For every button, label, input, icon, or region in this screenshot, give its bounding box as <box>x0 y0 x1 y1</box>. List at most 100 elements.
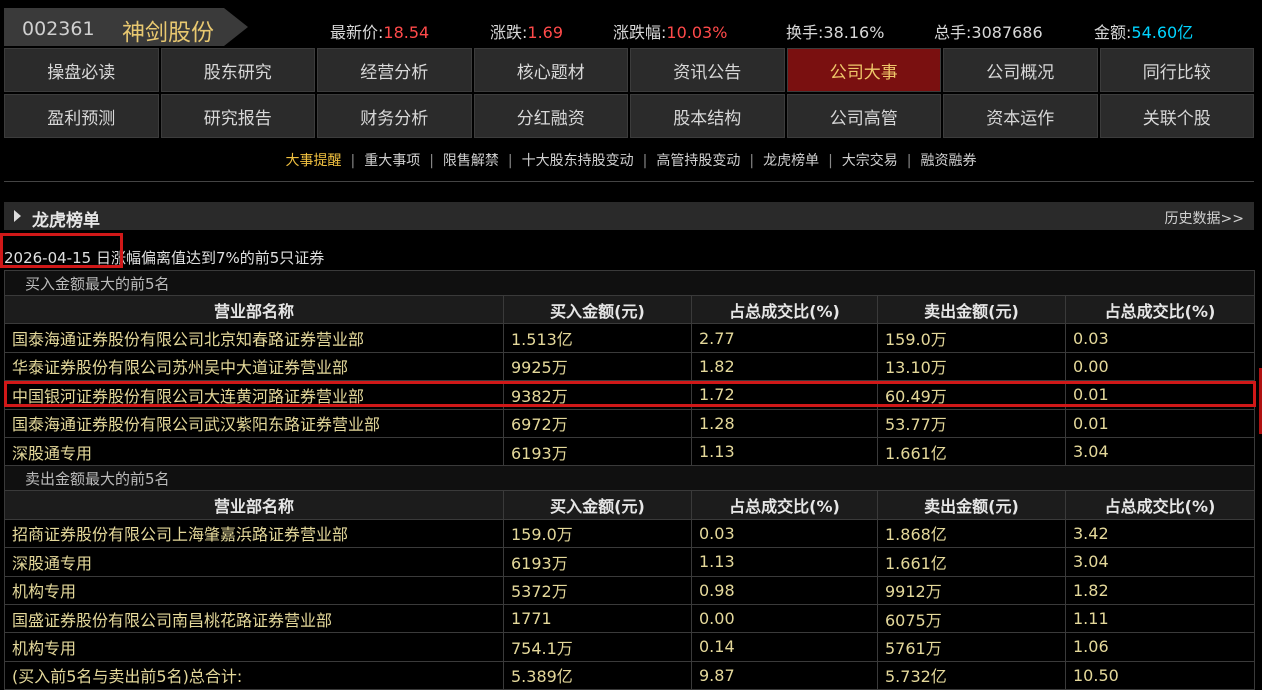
cell-sell: 13.10万 <box>877 351 1066 382</box>
cell-buy: 1.513亿 <box>503 323 692 353</box>
cell-sell-pct: 0.03 <box>1065 323 1255 353</box>
cell-buy: 6972万 <box>503 408 692 438</box>
cell-sell: 5761万 <box>877 632 1066 662</box>
nav-gongsigaikuang[interactable]: 公司概况 <box>943 48 1098 92</box>
cell-dept: 机构专用 <box>4 632 504 662</box>
cell-buy: 159.0万 <box>503 518 692 549</box>
subnav-separator: | <box>906 153 912 169</box>
subnav-zhongdashixiang[interactable]: 重大事项 <box>364 153 420 169</box>
cell-sell: 5.732亿 <box>877 660 1066 690</box>
subnav-separator: | <box>429 153 434 169</box>
nav-jingying[interactable]: 经营分析 <box>317 48 472 92</box>
main-nav: 操盘必读 股东研究 经营分析 核心题材 资讯公告 公司大事 公司概况 同行比较 … <box>4 48 1254 138</box>
volume: 总手:3087686 <box>934 19 1043 43</box>
latest-price-label: 最新价: <box>330 23 384 42</box>
change-label: 涨跌: <box>490 23 528 42</box>
change-pct-label: 涨跌幅: <box>613 23 667 42</box>
cell-buy-pct: 0.98 <box>691 575 878 605</box>
nav-guben[interactable]: 股本结构 <box>630 94 785 138</box>
volume-value: 3087686 <box>971 23 1043 42</box>
nav-tonghang[interactable]: 同行比较 <box>1099 48 1254 92</box>
cell-buy-pct: 0.00 <box>691 603 878 634</box>
subnav-xianshoujiejin[interactable]: 限售解禁 <box>443 153 499 169</box>
stock-code: 002361 <box>22 18 95 40</box>
cell-dept: 华泰证券股份有限公司苏州吴中大道证券营业部 <box>4 351 504 382</box>
nav-hexin[interactable]: 核心题材 <box>473 48 628 92</box>
change-value: 1.69 <box>527 23 564 42</box>
nav-zixun[interactable]: 资讯公告 <box>630 48 785 92</box>
section-header: 龙虎榜单 历史数据>> <box>4 202 1254 231</box>
nav-gongsidashi[interactable]: 公司大事 <box>786 48 941 92</box>
subnav-gaoguanchigu[interactable]: 高管持股变动 <box>656 153 740 169</box>
cell-sell: 6075万 <box>877 603 1066 634</box>
nav-ziben[interactable]: 资本运作 <box>943 94 1098 138</box>
subnav-shidagudong[interactable]: 十大股东持股变动 <box>522 153 634 169</box>
nav-fenhong[interactable]: 分红融资 <box>473 94 628 138</box>
cell-buy-pct: 1.82 <box>691 351 878 382</box>
cell-sell: 9912万 <box>877 575 1066 605</box>
cell-dept: 国盛证券股份有限公司南昌桃花路证券营业部 <box>4 603 504 634</box>
turnover-label: 换手: <box>786 23 824 42</box>
buy-group-title: 买入金额最大的前5名 <box>4 270 1255 296</box>
cell-buy: 5.389亿 <box>503 660 692 690</box>
cell-dept: 招商证券股份有限公司上海肇嘉浜路证券营业部 <box>4 518 504 549</box>
table-row: 深股通专用 6193万 1.13 1.661亿 3.04 <box>4 436 1255 467</box>
nav-caopan[interactable]: 操盘必读 <box>4 48 159 92</box>
cell-buy: 754.1万 <box>503 632 692 662</box>
cell-buy: 6193万 <box>503 436 692 467</box>
subnav-longhubang[interactable]: 龙虎榜单 <box>763 153 819 169</box>
sub-nav: 大事提醒 | 重大事项 | 限售解禁 | 十大股东持股变动 | 高管持股变动 | 龙虎榜单 | 大宗交易… <box>0 150 1262 174</box>
cell-sell: 1.661亿 <box>877 547 1066 577</box>
cell-sell-pct: 3.04 <box>1065 436 1255 467</box>
divider <box>4 181 1254 182</box>
subnav-separator: | <box>828 153 833 169</box>
nav-gudong[interactable]: 股东研究 <box>160 48 315 92</box>
subnav-rongzirongquan[interactable]: 融资融券 <box>921 153 977 169</box>
cell-sell: 159.0万 <box>877 323 1066 353</box>
nav-gaoguan[interactable]: 公司高管 <box>786 94 941 138</box>
latest-price: 最新价:18.54 <box>330 19 429 43</box>
cell-dept: 深股通专用 <box>4 436 504 467</box>
change-pct-value: 10.03% <box>666 23 728 42</box>
subnav-dazongjiaoyi[interactable]: 大宗交易 <box>842 153 898 169</box>
cell-sell-pct: 1.11 <box>1065 603 1255 634</box>
table-header-row: 营业部名称 买入金额(元) 占总成交比(%) 卖出金额(元) 占总成交比(%) <box>4 490 1255 520</box>
subnav-separator: | <box>350 153 356 169</box>
cell-sell-pct: 0.00 <box>1065 351 1255 382</box>
cell-buy-pct: 1.13 <box>691 436 878 467</box>
table-row: 机构专用 754.1万 0.14 5761万 1.06 <box>4 632 1255 662</box>
history-data-link[interactable]: 历史数据>> <box>1165 208 1244 228</box>
nav-guanlian[interactable]: 关联个股 <box>1099 94 1254 138</box>
cell-dept: 深股通专用 <box>4 547 504 577</box>
table-row: 国泰海通证券股份有限公司武汉紫阳东路证券营业部 6972万 1.28 53.77… <box>4 408 1255 438</box>
cell-sell-pct: 0.01 <box>1065 408 1255 438</box>
cell-sell: 1.661亿 <box>877 436 1066 467</box>
cell-buy-pct: 9.87 <box>691 660 878 690</box>
header-cell: 营业部名称 <box>4 294 504 325</box>
amount-label: 金额: <box>1094 23 1132 42</box>
subnav-separator: | <box>749 153 755 169</box>
header-cell: 占总成交比(%) <box>691 490 878 520</box>
cell-buy-pct: 0.03 <box>691 518 878 549</box>
cell-buy: 5372万 <box>503 575 692 605</box>
header-cell: 占总成交比(%) <box>1065 294 1255 325</box>
header-cell: 买入金额(元) <box>503 294 692 325</box>
header-cell: 占总成交比(%) <box>691 294 878 325</box>
volume-label: 总手: <box>934 23 972 42</box>
cell-dept: 机构专用 <box>4 575 504 605</box>
sell-group-title: 卖出金额最大的前5名 <box>4 465 1255 492</box>
subnav-dashitixing[interactable]: 大事提醒 <box>285 153 341 169</box>
cell-buy: 1771 <box>503 603 692 634</box>
nav-yingli[interactable]: 盈利预测 <box>4 94 159 138</box>
latest-price-value: 18.54 <box>383 23 430 42</box>
nav-yanjiu[interactable]: 研究报告 <box>160 94 315 138</box>
section-title: 龙虎榜单 <box>32 211 100 231</box>
cell-sell-pct: 1.82 <box>1065 575 1255 605</box>
cell-sell-pct: 3.42 <box>1065 518 1255 549</box>
date-description: 日涨幅偏离值达到7%的前5只证券 <box>95 249 325 267</box>
nav-caiwu[interactable]: 财务分析 <box>317 94 472 138</box>
cell-dept: 国泰海通证券股份有限公司北京知春路证券营业部 <box>4 323 504 353</box>
cell-sell-pct: 1.06 <box>1065 632 1255 662</box>
subnav-separator: | <box>642 153 648 169</box>
sell-group-row: 卖出金额最大的前5名 <box>4 465 1255 492</box>
